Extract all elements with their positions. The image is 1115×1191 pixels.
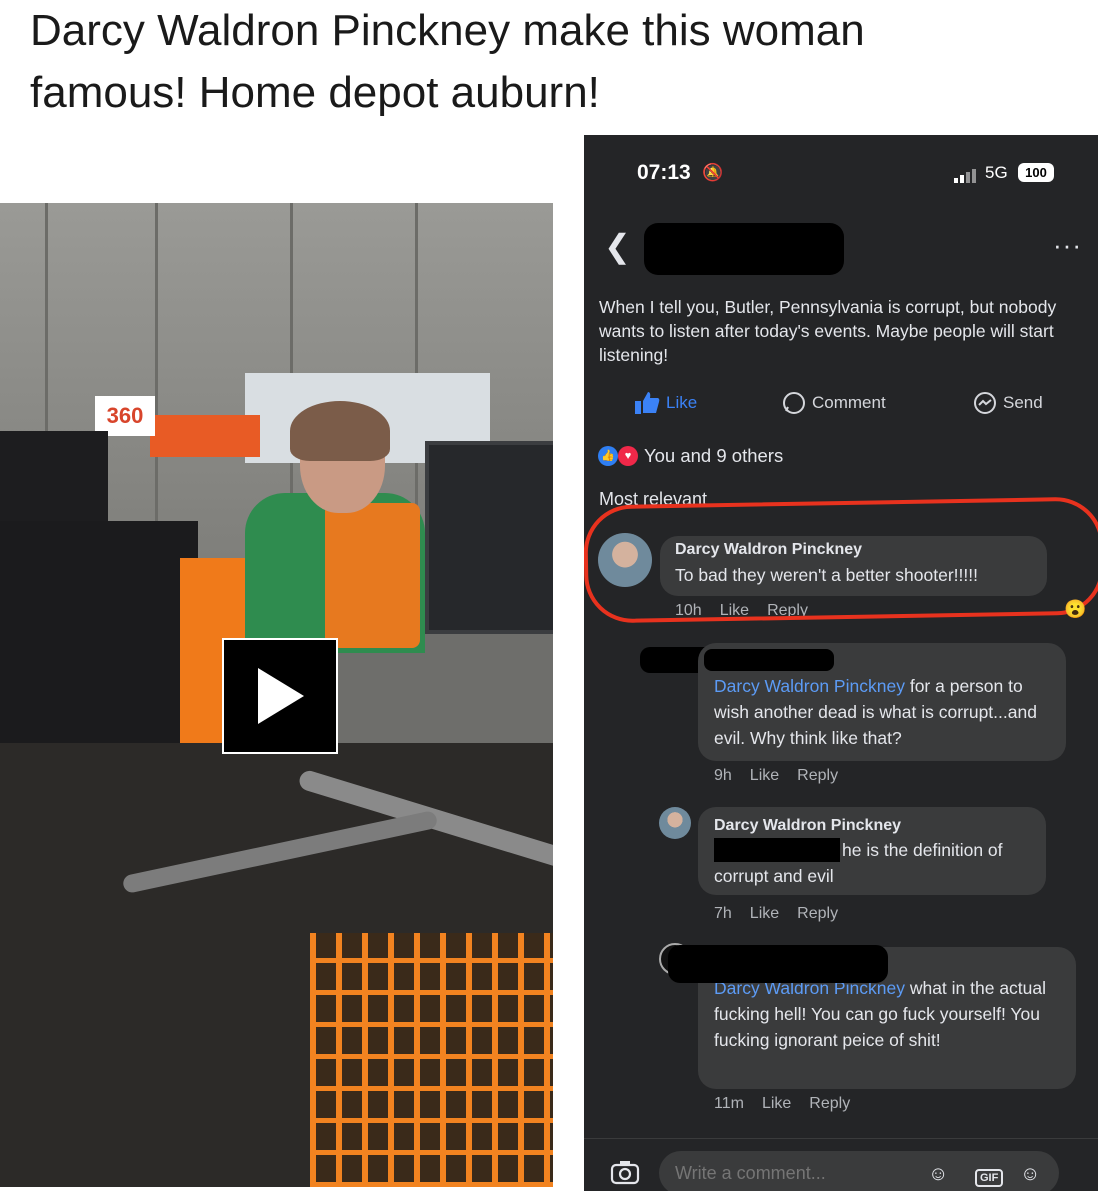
comment-like-link[interactable]: Like [762,1095,791,1113]
rental-sign: 360 [95,396,155,436]
avatar-sticker-icon[interactable]: ☺ [928,1163,948,1186]
send-label: Send [1003,393,1043,412]
redacted-name [704,649,834,671]
store-banner [150,415,260,457]
messenger-icon [974,392,996,414]
cart-basket [310,933,553,1187]
cashier-apron [325,503,420,648]
back-icon[interactable]: ❮ [604,227,631,265]
like-reaction-icon: 👍 [598,446,618,466]
reaction-count-text: You and 9 others [644,445,784,466]
reaction-summary[interactable]: 👍 ♥ You and 9 others [598,445,783,467]
play-icon [258,668,304,724]
camera-icon[interactable] [610,1159,640,1191]
redacted-name [668,945,888,983]
emoji-icon[interactable]: ☺ [1020,1163,1040,1186]
post-title: Darcy Waldron Pinckney make this woman f… [30,6,865,117]
more-options-icon[interactable]: ··· [1053,230,1082,261]
video-thumbnail[interactable]: 360 [0,203,553,1187]
comment-button[interactable]: Comment [782,391,886,415]
send-button[interactable]: Send [973,391,1043,415]
comment-reply-link[interactable]: Reply [797,905,838,923]
facebook-screenshot: 07:13 🔕 5G 100 ❮ ··· When I tell you, Bu… [584,135,1098,1191]
signal-icon [954,169,978,183]
red-highlight-circle [584,496,1098,624]
redacted-profile [644,223,844,275]
network-label: 5G [985,163,1008,182]
comment-time: 7h [714,905,732,922]
comment-meta: 11m Like Reply [714,1095,850,1113]
status-time: 07:13 [637,161,691,184]
comment-like-link[interactable]: Like [750,905,779,923]
comment-like-link[interactable]: Like [750,767,779,785]
register-monitor [425,441,553,634]
post-text: When I tell you, Butler, Pennsylvania is… [599,297,1057,365]
reaction-emoji-icon: 😮 [1064,599,1087,619]
comment-text: Darcy Waldron Pinckney for a person to w… [714,673,1059,751]
comment-time: 11m [714,1095,744,1112]
monitor-left [0,431,108,526]
comment-meta: 9h Like Reply [714,767,838,785]
mention-link[interactable]: Darcy Waldron Pinckney [714,676,905,696]
thumbs-up-icon [635,392,660,414]
cashier-hair [290,401,390,461]
comment-author[interactable]: Darcy Waldron Pinckney [714,817,901,835]
comment-composer: ☺ GIF ☺ [584,1138,1098,1191]
avatar[interactable] [659,807,691,839]
mute-bell-icon: 🔕 [702,163,724,182]
gif-icon[interactable]: GIF [975,1164,1004,1187]
like-label: Like [666,393,698,412]
comment-text: Darcy Waldron Pinckney what in the actua… [714,975,1064,1053]
like-button[interactable]: Like [634,391,697,415]
comment-reply-link[interactable]: Reply [797,767,838,785]
heart-reaction-icon: ♥ [618,446,638,466]
comment-label: Comment [812,393,886,412]
battery-indicator: 100 [1018,163,1054,182]
comment-icon [783,392,805,414]
comment-text: he is the definition of corrupt and evil [714,840,1003,886]
play-button[interactable] [222,638,338,754]
comment-time: 9h [714,767,732,784]
comment-meta: 7h Like Reply [714,905,838,923]
comment-reply-link[interactable]: Reply [809,1095,850,1113]
